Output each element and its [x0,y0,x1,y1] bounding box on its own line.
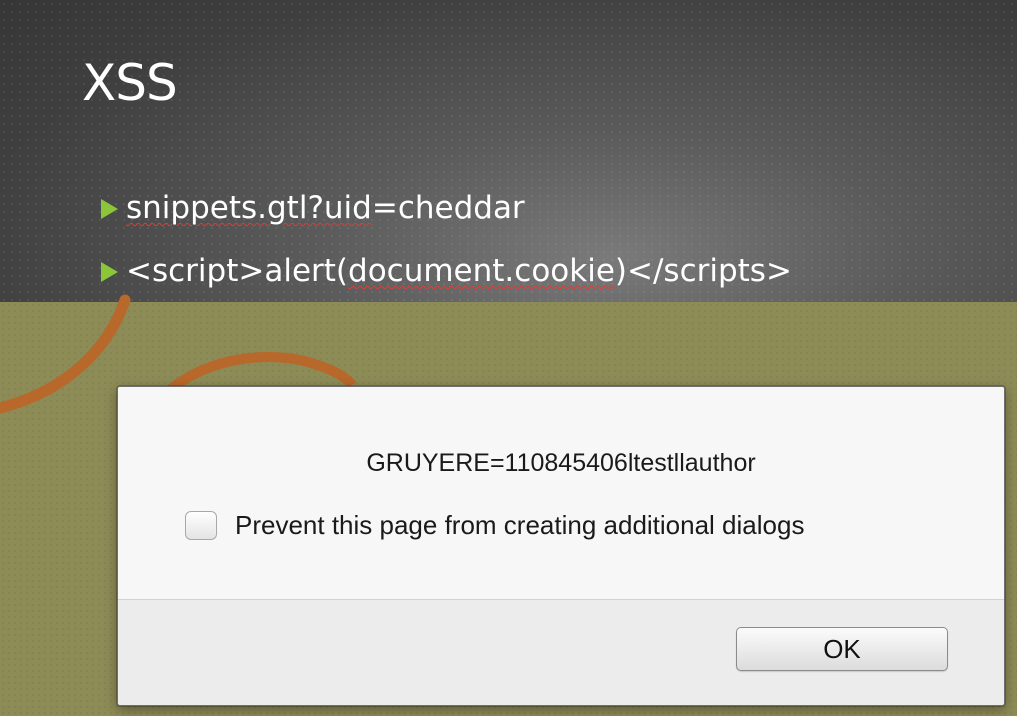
bullet-text-suffix: =cheddar [371,190,525,226]
alert-dialog: GRUYERE=110845406ltestllauthor Prevent t… [117,386,1005,706]
ok-button[interactable]: OK [736,627,948,671]
bullet-triangle-icon [101,262,118,282]
bullet-triangle-icon [101,199,118,219]
prevent-dialogs-checkbox[interactable] [185,511,217,540]
bullet-text-suffix: )</scripts> [614,253,792,289]
dialog-body: GRUYERE=110845406ltestllauthor Prevent t… [118,387,1004,600]
slide-title: XSS [82,54,178,112]
bullet-item: snippets.gtl?uid =cheddar [101,190,525,226]
prevent-dialogs-label[interactable]: Prevent this page from creating addition… [235,510,804,541]
ring-arc-left [0,294,131,414]
bullet-text-underlined: snippets.gtl?uid [126,190,372,226]
prevent-dialogs-option[interactable]: Prevent this page from creating addition… [185,510,804,541]
bullet-item: <script>alert(document.cookie)</scripts> [101,253,792,289]
bullet-text-underlined: document.cookie [348,253,615,289]
bullet-text-prefix: <script>alert( [126,253,349,289]
dialog-message: GRUYERE=110845406ltestllauthor [366,449,756,477]
